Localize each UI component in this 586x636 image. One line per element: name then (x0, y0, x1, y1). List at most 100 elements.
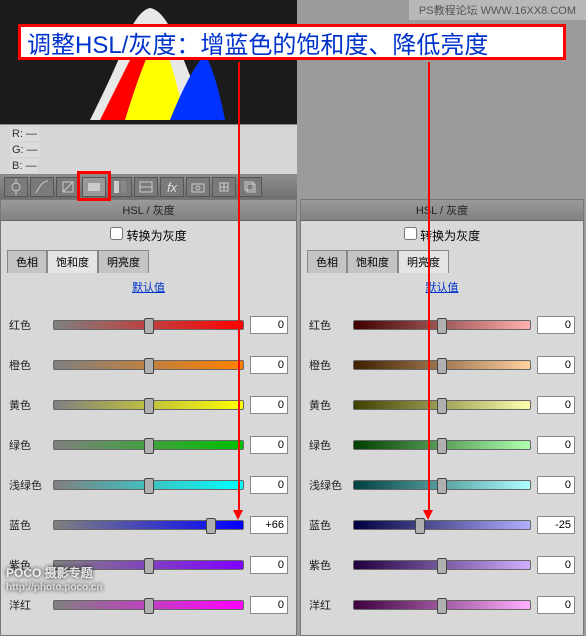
convert-grayscale-label-left: 转换为灰度 (127, 229, 187, 243)
slider-row-red: 红色 (9, 305, 288, 345)
slider-track-red[interactable] (353, 320, 531, 330)
tool-camera-icon[interactable] (186, 177, 210, 197)
slider-thumb-purple[interactable] (144, 558, 154, 574)
b-readout: B: — (10, 159, 38, 173)
r-readout: R: — (10, 127, 39, 141)
slider-label-yellow: 黄色 (9, 397, 53, 413)
annotation-box: 调整HSL/灰度：增蓝色的饱和度、降低亮度 (18, 24, 566, 60)
slider-track-green[interactable] (353, 440, 531, 450)
slider-thumb-orange[interactable] (437, 358, 447, 374)
tab-hue-left[interactable]: 色相 (7, 250, 47, 273)
slider-track-aqua[interactable] (353, 480, 531, 490)
watermark-brand: POCO 摄影专题 (6, 566, 93, 580)
slider-value-aqua[interactable] (250, 476, 288, 494)
tab-luminance-left[interactable]: 明亮度 (98, 250, 149, 273)
tabs-right: 色相 饱和度 明亮度 (301, 250, 583, 273)
slider-value-red[interactable] (250, 316, 288, 334)
slider-row-orange: 橙色 (9, 345, 288, 385)
slider-label-aqua: 浅绿色 (309, 477, 353, 493)
slider-value-red[interactable] (537, 316, 575, 334)
slider-track-yellow[interactable] (53, 400, 244, 410)
slider-thumb-orange[interactable] (144, 358, 154, 374)
slider-value-orange[interactable] (537, 356, 575, 374)
tool-fx-icon[interactable]: fx (160, 177, 184, 197)
slider-thumb-aqua[interactable] (437, 478, 447, 494)
slider-row-aqua: 浅绿色 (9, 465, 288, 505)
slider-thumb-green[interactable] (437, 438, 447, 454)
slider-value-blue[interactable] (537, 516, 575, 534)
slider-row-orange: 橙色 (309, 345, 575, 385)
slider-value-aqua[interactable] (537, 476, 575, 494)
arrow-line-right (428, 62, 430, 512)
slider-value-green[interactable] (250, 436, 288, 454)
slider-label-orange: 橙色 (309, 357, 353, 373)
slider-thumb-magenta[interactable] (437, 598, 447, 614)
default-link-right[interactable]: 默认值 (426, 282, 459, 294)
slider-value-green[interactable] (537, 436, 575, 454)
slider-thumb-aqua[interactable] (144, 478, 154, 494)
tab-saturation-left[interactable]: 饱和度 (47, 250, 98, 273)
tool-snapshots-icon[interactable] (238, 177, 262, 197)
convert-grayscale-checkbox-left[interactable] (110, 227, 123, 240)
slider-track-red[interactable] (53, 320, 244, 330)
slider-thumb-magenta[interactable] (144, 598, 154, 614)
slider-value-blue[interactable] (250, 516, 288, 534)
slider-thumb-yellow[interactable] (144, 398, 154, 414)
slider-row-yellow: 黄色 (9, 385, 288, 425)
red-highlight-square (77, 171, 111, 201)
slider-label-magenta: 洋红 (9, 597, 53, 613)
slider-track-orange[interactable] (53, 360, 244, 370)
tab-saturation-right[interactable]: 饱和度 (347, 250, 398, 273)
convert-row-right: 转换为灰度 (301, 221, 583, 250)
slider-track-aqua[interactable] (53, 480, 244, 490)
slider-thumb-red[interactable] (144, 318, 154, 334)
slider-value-purple[interactable] (537, 556, 575, 574)
tab-hue-right[interactable]: 色相 (307, 250, 347, 273)
arrow-line-left (238, 62, 240, 512)
slider-label-blue: 蓝色 (9, 517, 53, 533)
slider-value-yellow[interactable] (537, 396, 575, 414)
tabs-left: 色相 饱和度 明亮度 (1, 250, 296, 273)
slider-row-purple: 紫色 (309, 545, 575, 585)
slider-track-green[interactable] (53, 440, 244, 450)
slider-value-magenta[interactable] (250, 596, 288, 614)
slider-thumb-green[interactable] (144, 438, 154, 454)
tool-split-tone-icon[interactable] (108, 177, 132, 197)
tool-presets-icon[interactable] (212, 177, 236, 197)
slider-label-orange: 橙色 (9, 357, 53, 373)
tab-luminance-right[interactable]: 明亮度 (398, 250, 449, 273)
slider-track-orange[interactable] (353, 360, 531, 370)
slider-value-orange[interactable] (250, 356, 288, 374)
convert-grayscale-checkbox-right[interactable] (404, 227, 417, 240)
sliders-right: 红色橙色黄色绿色浅绿色蓝色紫色洋红 (301, 301, 583, 635)
tool-targeted-adjust-icon[interactable] (4, 177, 28, 197)
slider-track-blue[interactable] (53, 520, 244, 530)
slider-thumb-blue[interactable] (415, 518, 425, 534)
tool-lens-icon[interactable] (134, 177, 158, 197)
slider-row-yellow: 黄色 (309, 385, 575, 425)
default-link-left[interactable]: 默认值 (132, 282, 165, 294)
slider-value-purple[interactable] (250, 556, 288, 574)
right-hsl-panel: HSL / 灰度 转换为灰度 色相 饱和度 明亮度 默认值 红色橙色黄色绿色浅绿… (300, 199, 584, 636)
slider-track-purple[interactable] (353, 560, 531, 570)
slider-row-blue: 蓝色 (9, 505, 288, 545)
slider-track-magenta[interactable] (53, 600, 244, 610)
slider-track-magenta[interactable] (353, 600, 531, 610)
slider-value-yellow[interactable] (250, 396, 288, 414)
slider-thumb-yellow[interactable] (437, 398, 447, 414)
slider-row-aqua: 浅绿色 (309, 465, 575, 505)
slider-label-aqua: 浅绿色 (9, 477, 53, 493)
slider-row-blue: 蓝色 (309, 505, 575, 545)
tool-tone-curve-icon[interactable] (30, 177, 54, 197)
watermark-url: http://photo.poco.cn (6, 582, 103, 593)
slider-track-yellow[interactable] (353, 400, 531, 410)
slider-thumb-purple[interactable] (437, 558, 447, 574)
slider-row-green: 绿色 (309, 425, 575, 465)
slider-track-blue[interactable] (353, 520, 531, 530)
slider-thumb-blue[interactable] (206, 518, 216, 534)
slider-label-magenta: 洋红 (309, 597, 353, 613)
slider-thumb-red[interactable] (437, 318, 447, 334)
slider-label-purple: 紫色 (309, 557, 353, 573)
annotation-text: 调整HSL/灰度：增蓝色的饱和度、降低亮度 (27, 25, 488, 60)
slider-value-magenta[interactable] (537, 596, 575, 614)
